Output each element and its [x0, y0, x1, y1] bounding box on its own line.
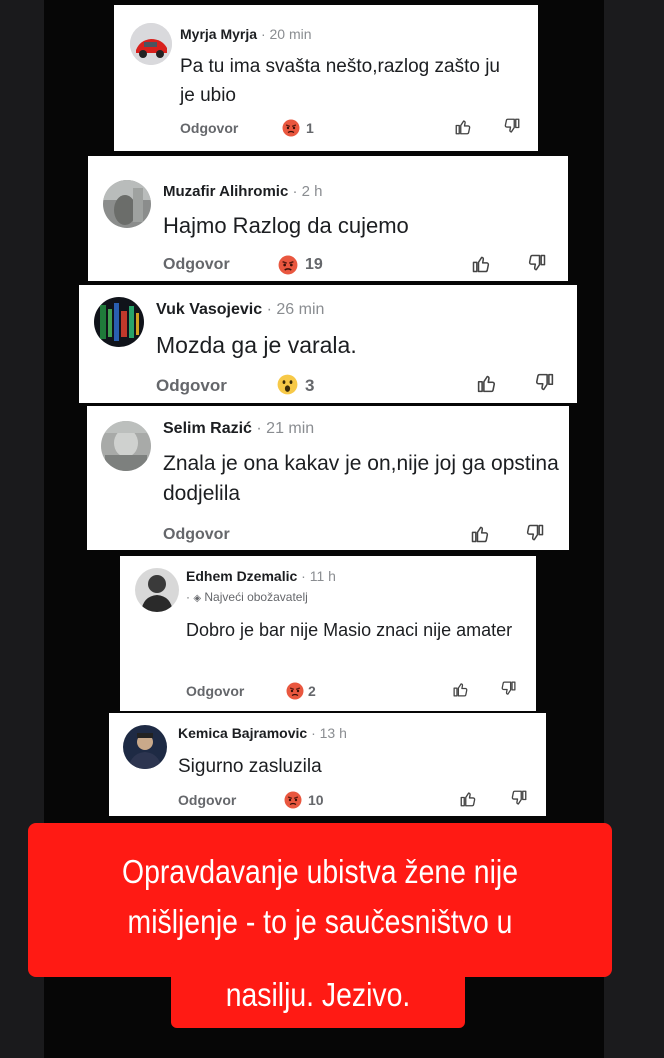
separator: ·	[311, 725, 316, 741]
avatar[interactable]	[130, 23, 172, 65]
top-fan-badge: · ◈ Najveći obožavatelj	[186, 590, 308, 604]
comment-card: Myrja Myrja · 20 min Pa tu ima svašta ne…	[114, 5, 538, 151]
caption-line: mišljenje - to je saučesništvo u	[127, 903, 513, 940]
like-icon[interactable]	[471, 254, 491, 274]
angry-face-icon[interactable]	[284, 791, 302, 809]
commenter-name[interactable]: Vuk Vasojevic	[156, 301, 262, 318]
separator: ·	[256, 420, 262, 437]
commenter-name[interactable]: Muzafir Alihromic	[163, 183, 288, 200]
dislike-icon[interactable]	[503, 117, 521, 135]
angry-face-icon[interactable]	[282, 119, 300, 137]
avatar[interactable]	[94, 297, 144, 347]
like-icon[interactable]	[470, 524, 490, 544]
like-icon[interactable]	[454, 118, 472, 136]
avatar[interactable]	[103, 180, 151, 228]
comment-timestamp[interactable]: 21 min	[266, 420, 314, 437]
reply-button[interactable]: Odgovor	[180, 120, 238, 136]
dislike-icon[interactable]	[534, 372, 555, 393]
angry-face-icon[interactable]	[286, 682, 304, 700]
comment-card: Kemica Bajramovic · 13 h Sigurno zasluzi…	[109, 713, 546, 816]
comment-timestamp[interactable]: 2 h	[302, 183, 323, 200]
comment-card: Vuk Vasojevic · 26 min Mozda ga je varal…	[79, 285, 577, 403]
reaction-count[interactable]: 1	[306, 120, 314, 136]
separator: ·	[186, 590, 190, 604]
reaction-count[interactable]: 2	[308, 683, 316, 699]
comment-text: Dobro je bar nije Masio znaci nije amate…	[186, 620, 513, 640]
dislike-icon[interactable]	[525, 523, 545, 543]
comment-timestamp[interactable]: 20 min	[270, 26, 312, 42]
dislike-icon[interactable]	[500, 680, 517, 697]
reply-button[interactable]: Odgovor	[156, 376, 227, 396]
commenter-name[interactable]: Kemica Bajramovic	[178, 725, 307, 741]
screen-frame-right	[604, 0, 664, 1058]
commenter-name[interactable]: Myrja Myrja	[180, 26, 257, 42]
reply-button[interactable]: Odgovor	[163, 526, 230, 544]
diamond-icon: ◈	[193, 593, 202, 604]
caption-banner-tail: nasilju. Jezivo.	[171, 960, 465, 1028]
comment-text: Hajmo Razlog da cujemo	[163, 213, 409, 238]
separator: ·	[260, 26, 266, 42]
commenter-name[interactable]: Selim Razić	[163, 420, 252, 437]
separator: ·	[301, 568, 306, 584]
comment-card: Edhem Dzemalic · 11 h · ◈ Najveći obožav…	[120, 556, 536, 711]
comment-text: Pa tu ima svašta nešto,razlog zašto ju j…	[180, 56, 500, 106]
top-fan-label: Najveći obožavatelj	[204, 590, 308, 604]
reaction-count[interactable]: 3	[305, 376, 314, 396]
reply-button[interactable]: Odgovor	[178, 792, 236, 808]
dislike-icon[interactable]	[510, 789, 528, 807]
comment-card: Muzafir Alihromic · 2 h Hajmo Razlog da …	[88, 156, 568, 281]
comment-card: Selim Razić · 21 min Znala je ona kakav …	[87, 406, 569, 550]
like-icon[interactable]	[452, 681, 469, 698]
like-icon[interactable]	[476, 373, 497, 394]
comment-timestamp[interactable]: 26 min	[276, 301, 324, 318]
comment-text: Sigurno zasluzila	[178, 756, 322, 777]
reply-button[interactable]: Odgovor	[186, 683, 244, 699]
reaction-count[interactable]: 19	[305, 256, 323, 274]
angry-face-icon[interactable]	[278, 255, 298, 275]
comment-text: Znala je ona kakav je on,nije joj ga ops…	[163, 452, 559, 505]
separator: ·	[292, 183, 298, 200]
avatar[interactable]	[135, 568, 179, 612]
reaction-count[interactable]: 10	[308, 792, 324, 808]
avatar[interactable]	[123, 725, 167, 769]
separator: ·	[266, 301, 272, 318]
like-icon[interactable]	[459, 790, 477, 808]
avatar[interactable]	[101, 421, 151, 471]
caption-line: Opravdavanje ubistva žene nije	[121, 853, 518, 890]
comment-timestamp[interactable]: 13 h	[320, 725, 347, 741]
commenter-name[interactable]: Edhem Dzemalic	[186, 568, 297, 584]
caption-line: nasilju. Jezivo.	[225, 976, 411, 1013]
comment-text: Mozda ga je varala.	[156, 332, 357, 358]
dislike-icon[interactable]	[527, 253, 547, 273]
wow-face-icon[interactable]	[277, 374, 298, 395]
comment-timestamp[interactable]: 11 h	[310, 568, 336, 584]
reply-button[interactable]: Odgovor	[163, 256, 230, 274]
caption-banner: Opravdavanje ubistva žene nije mišljenje…	[28, 823, 612, 977]
